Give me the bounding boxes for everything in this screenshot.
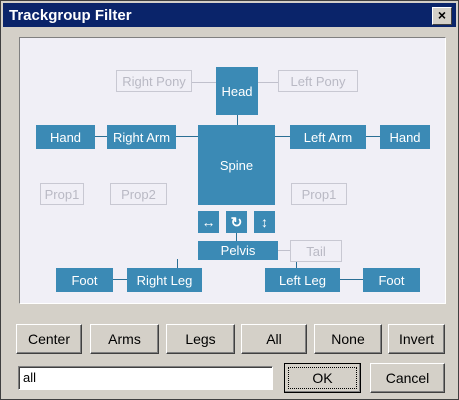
close-button[interactable]: × [432, 7, 452, 25]
pelvis-toggle[interactable]: Pelvis [198, 241, 278, 260]
invert-button[interactable]: Invert [388, 324, 445, 354]
legs-button[interactable]: Legs [166, 324, 235, 354]
prop2-toggle[interactable]: Prop2 [110, 183, 167, 205]
tail-toggle[interactable]: Tail [290, 240, 342, 262]
connector-leftleg-foot [340, 279, 363, 280]
left-arm-toggle[interactable]: Left Arm [290, 125, 366, 149]
center-button[interactable]: Center [16, 324, 82, 354]
connector-spine-leftarm [275, 136, 290, 137]
dialog-title: Trackgroup Filter [9, 7, 132, 24]
left-pony-toggle[interactable]: Left Pony [278, 70, 358, 92]
spine-toggle[interactable]: Spine [198, 125, 275, 205]
left-leg-toggle[interactable]: Left Leg [265, 268, 340, 292]
connector-head-spine [237, 115, 238, 125]
none-button[interactable]: None [314, 324, 382, 354]
prop1-left-toggle[interactable]: Prop1 [40, 183, 84, 205]
left-foot-toggle[interactable]: Foot [363, 268, 420, 292]
connector-rightpony-head [192, 82, 216, 83]
filter-name-input[interactable]: all [18, 366, 273, 390]
connector-hand-rightarm [95, 136, 107, 137]
right-pony-toggle[interactable]: Right Pony [116, 70, 192, 92]
connector-rightarm-spine [176, 136, 198, 137]
right-arm-toggle[interactable]: Right Arm [107, 125, 176, 149]
right-foot-toggle[interactable]: Foot [56, 268, 113, 292]
rotate-icon[interactable]: ↻ [226, 211, 247, 233]
connector-head-leftpony [258, 82, 278, 83]
ok-button[interactable]: OK [284, 363, 361, 393]
cancel-button[interactable]: Cancel [370, 363, 445, 393]
prop1-right-toggle[interactable]: Prop1 [291, 183, 347, 205]
connector-pelvis-tail [278, 250, 290, 251]
right-hand-toggle[interactable]: Hand [36, 125, 95, 149]
right-leg-toggle[interactable]: Right Leg [127, 268, 202, 292]
left-hand-toggle[interactable]: Hand [380, 125, 430, 149]
ok-focus-rect [288, 367, 357, 389]
connector-leftarm-hand [366, 136, 380, 137]
trackgroup-filter-dialog: Trackgroup Filter × Right Pony Head Left… [0, 0, 459, 400]
scale-icon[interactable]: ↕ [254, 211, 275, 233]
move-icon[interactable]: ↔ [198, 211, 219, 233]
connector-spine-pelvis [236, 233, 237, 241]
connector-foot-rightleg [113, 279, 127, 280]
arms-button[interactable]: Arms [90, 324, 159, 354]
head-toggle[interactable]: Head [216, 67, 258, 115]
title-bar[interactable]: Trackgroup Filter × [3, 3, 456, 27]
all-button[interactable]: All [241, 324, 307, 354]
body-diagram-panel: Right Pony Head Left Pony Hand Right Arm… [19, 37, 446, 304]
